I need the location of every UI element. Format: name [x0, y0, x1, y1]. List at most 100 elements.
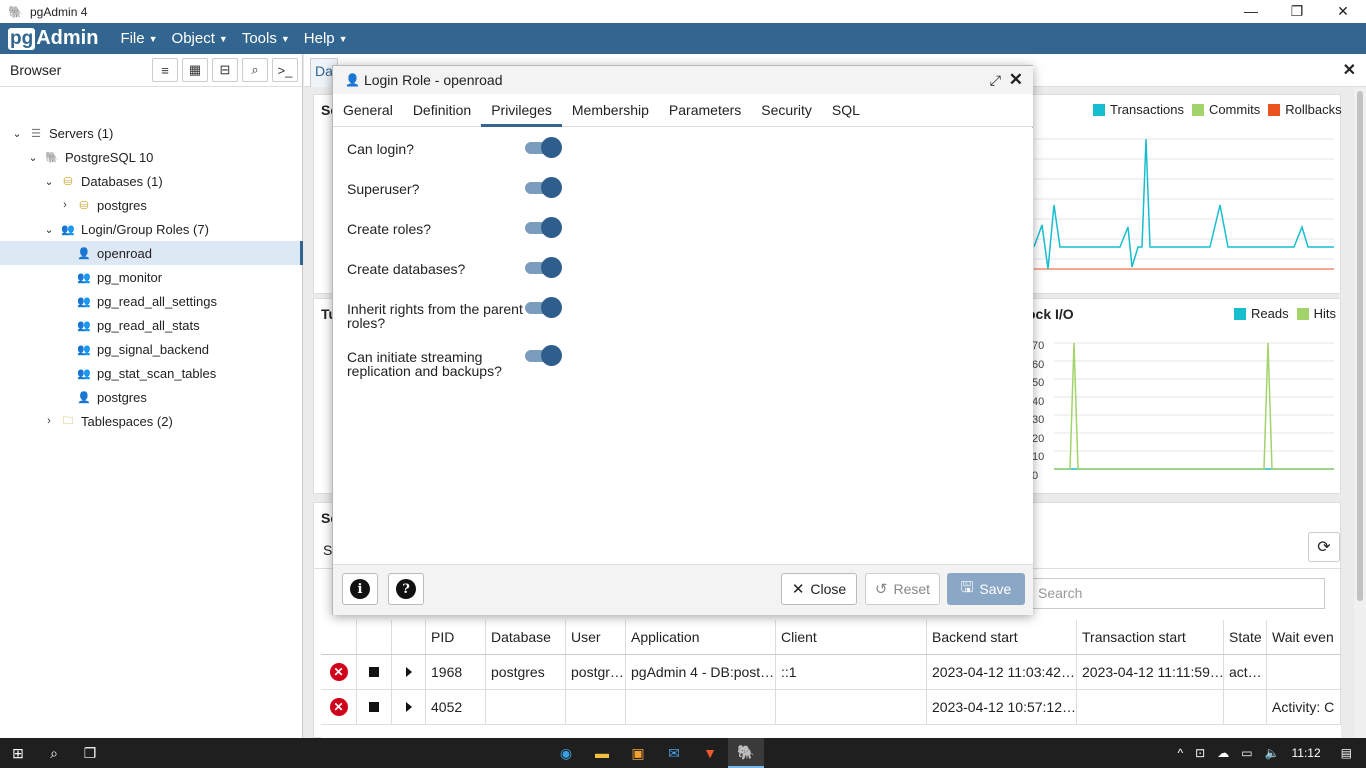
tree-item-label: postgres — [97, 197, 147, 213]
tree-item[interactable]: ⌄ 🐘 PostgreSQL 10 — [0, 145, 303, 169]
column-header[interactable]: State — [1224, 620, 1267, 654]
info-button[interactable]: i — [342, 573, 378, 605]
tab-security[interactable]: Security — [751, 94, 822, 127]
tree-item-label: openroad — [97, 245, 152, 261]
column-header[interactable]: Backend start — [927, 620, 1077, 654]
window-close-button[interactable]: ✕ — [1320, 0, 1366, 23]
chevron-right-icon[interactable]: › — [58, 199, 72, 211]
tab-sessions[interactable]: S — [323, 542, 332, 558]
database-icon: ⛁ — [79, 199, 89, 212]
tab-parameters[interactable]: Parameters — [659, 94, 751, 127]
dialog-close-icon[interactable]: ✕ — [1009, 70, 1023, 90]
tab-definition[interactable]: Definition — [403, 94, 481, 127]
brave-icon[interactable]: ▼ — [692, 738, 728, 768]
expand-row-icon[interactable] — [405, 667, 412, 677]
cancel-query-icon[interactable] — [369, 667, 379, 677]
task-view-icon[interactable]: ❐ — [72, 738, 108, 768]
chevron-down-icon[interactable]: ⌄ — [26, 151, 40, 164]
scrollbar-thumb[interactable] — [1357, 91, 1363, 601]
view-data-icon[interactable]: ▦ — [182, 58, 208, 82]
volume-icon[interactable]: 🔈 — [1265, 746, 1280, 760]
chevron-down-icon[interactable]: ⌄ — [42, 223, 56, 236]
tree-item[interactable]: 👥 pg_read_all_stats — [0, 313, 303, 337]
tab-general[interactable]: General — [333, 94, 403, 127]
main-scrollbar[interactable] — [1354, 87, 1366, 738]
save-button[interactable]: 🖫 Save — [947, 573, 1025, 605]
tree-item[interactable]: 👥 pg_monitor — [0, 265, 303, 289]
privilege-toggle[interactable] — [523, 345, 562, 366]
filter-rows-icon[interactable]: ⊟ — [212, 58, 238, 82]
restore-button[interactable]: ❐ — [1274, 0, 1320, 23]
menu-object-label: Object — [171, 30, 215, 47]
tree-item[interactable]: 👤 openroad — [0, 241, 303, 265]
query-tool-icon[interactable]: ≡ — [152, 58, 178, 82]
tree-item[interactable]: 👤 postgres — [0, 385, 303, 409]
refresh-icon[interactable]: ⟳ — [1308, 532, 1340, 562]
privilege-toggle[interactable] — [523, 297, 562, 318]
save-button-label: Save — [979, 581, 1012, 597]
maximize-icon[interactable]: ⤢ — [990, 72, 1001, 89]
expand-row-icon[interactable] — [405, 702, 412, 712]
tree-item[interactable]: › ⛁ postgres — [0, 193, 303, 217]
activity-search-input[interactable]: Search — [1029, 578, 1325, 609]
privilege-toggle[interactable] — [523, 257, 562, 278]
chevron-right-icon[interactable]: › — [42, 415, 56, 427]
file-explorer-icon[interactable]: ▬ — [584, 738, 620, 768]
mail-icon[interactable]: ✉ — [656, 738, 692, 768]
column-header[interactable]: User — [566, 620, 626, 654]
privilege-toggle[interactable] — [523, 137, 562, 158]
tree-item[interactable]: ⌄ 👥 Login/Group Roles (7) — [0, 217, 303, 241]
chevron-up-icon[interactable]: ^ — [1178, 746, 1184, 760]
menu-help[interactable]: Help ▼ — [304, 30, 348, 47]
privilege-toggle[interactable] — [523, 217, 562, 238]
onedrive-icon[interactable]: ☁ — [1217, 746, 1229, 760]
help-button[interactable]: ? — [388, 573, 424, 605]
menu-tools[interactable]: Tools ▼ — [242, 30, 290, 47]
reset-button[interactable]: ↺ Reset — [865, 573, 940, 605]
reset-button-label: Reset — [893, 581, 931, 597]
column-header[interactable] — [321, 620, 357, 654]
column-header[interactable]: Transaction start — [1077, 620, 1224, 654]
column-header[interactable]: Client — [776, 620, 927, 654]
column-header[interactable] — [357, 620, 392, 654]
column-header[interactable]: PID — [426, 620, 486, 654]
role-icon: 👤 — [77, 247, 91, 260]
store-icon[interactable]: ▣ — [620, 738, 656, 768]
tree-item[interactable]: ⌄ ☰ Servers (1) — [0, 121, 303, 145]
column-header[interactable]: Application — [626, 620, 776, 654]
cancel-query-icon[interactable] — [369, 702, 379, 712]
psql-terminal-icon[interactable]: >_ — [272, 58, 298, 82]
windows-start-icon[interactable]: ⊞ — [0, 738, 36, 768]
menu-file[interactable]: File ▼ — [120, 30, 157, 47]
table-row: ✕ 4052 2023-04-12 10:57:12… Activity: C — [321, 690, 1341, 725]
search-icon[interactable]: ⌕ — [36, 738, 72, 768]
terminate-session-icon[interactable]: ✕ — [329, 698, 348, 716]
privilege-toggle[interactable] — [523, 177, 562, 198]
chevron-down-icon[interactable]: ⌄ — [42, 175, 56, 188]
tab-sql[interactable]: SQL — [822, 94, 870, 127]
tree-item[interactable]: 👥 pg_stat_scan_tables — [0, 361, 303, 385]
close-tab-icon[interactable]: ✕ — [1343, 60, 1356, 80]
network-device-icon[interactable]: ⊡ — [1195, 746, 1205, 760]
minimize-button[interactable]: — — [1228, 0, 1274, 23]
tab-membership[interactable]: Membership — [562, 94, 659, 127]
clock[interactable]: 11:12 — [1292, 746, 1321, 760]
chevron-down-icon[interactable]: ⌄ — [10, 127, 24, 140]
close-button[interactable]: ✕ Close — [781, 573, 857, 605]
column-header[interactable]: Wait even — [1267, 620, 1341, 654]
network-icon[interactable]: ▭ — [1241, 746, 1252, 760]
tree-item[interactable]: › 🗀 Tablespaces (2) — [0, 409, 303, 433]
tree-item[interactable]: 👥 pg_read_all_settings — [0, 289, 303, 313]
search-icon[interactable]: ⌕ — [242, 58, 268, 82]
dialog-header: 👤 Login Role - openroad ⤢ ✕ — [333, 66, 1033, 94]
terminate-session-icon[interactable]: ✕ — [329, 663, 348, 681]
tree-item[interactable]: 👥 pg_signal_backend — [0, 337, 303, 361]
tree-item[interactable]: ⌄ ⛁ Databases (1) — [0, 169, 303, 193]
column-header[interactable] — [392, 620, 426, 654]
edge-icon[interactable]: ◉ — [548, 738, 584, 768]
column-header[interactable]: Database — [486, 620, 566, 654]
tab-privileges[interactable]: Privileges — [481, 94, 562, 127]
notifications-icon[interactable]: ▤ — [1341, 746, 1352, 760]
menu-object[interactable]: Object ▼ — [172, 30, 228, 47]
pgadmin-taskbar-icon[interactable]: 🐘 — [728, 738, 764, 768]
